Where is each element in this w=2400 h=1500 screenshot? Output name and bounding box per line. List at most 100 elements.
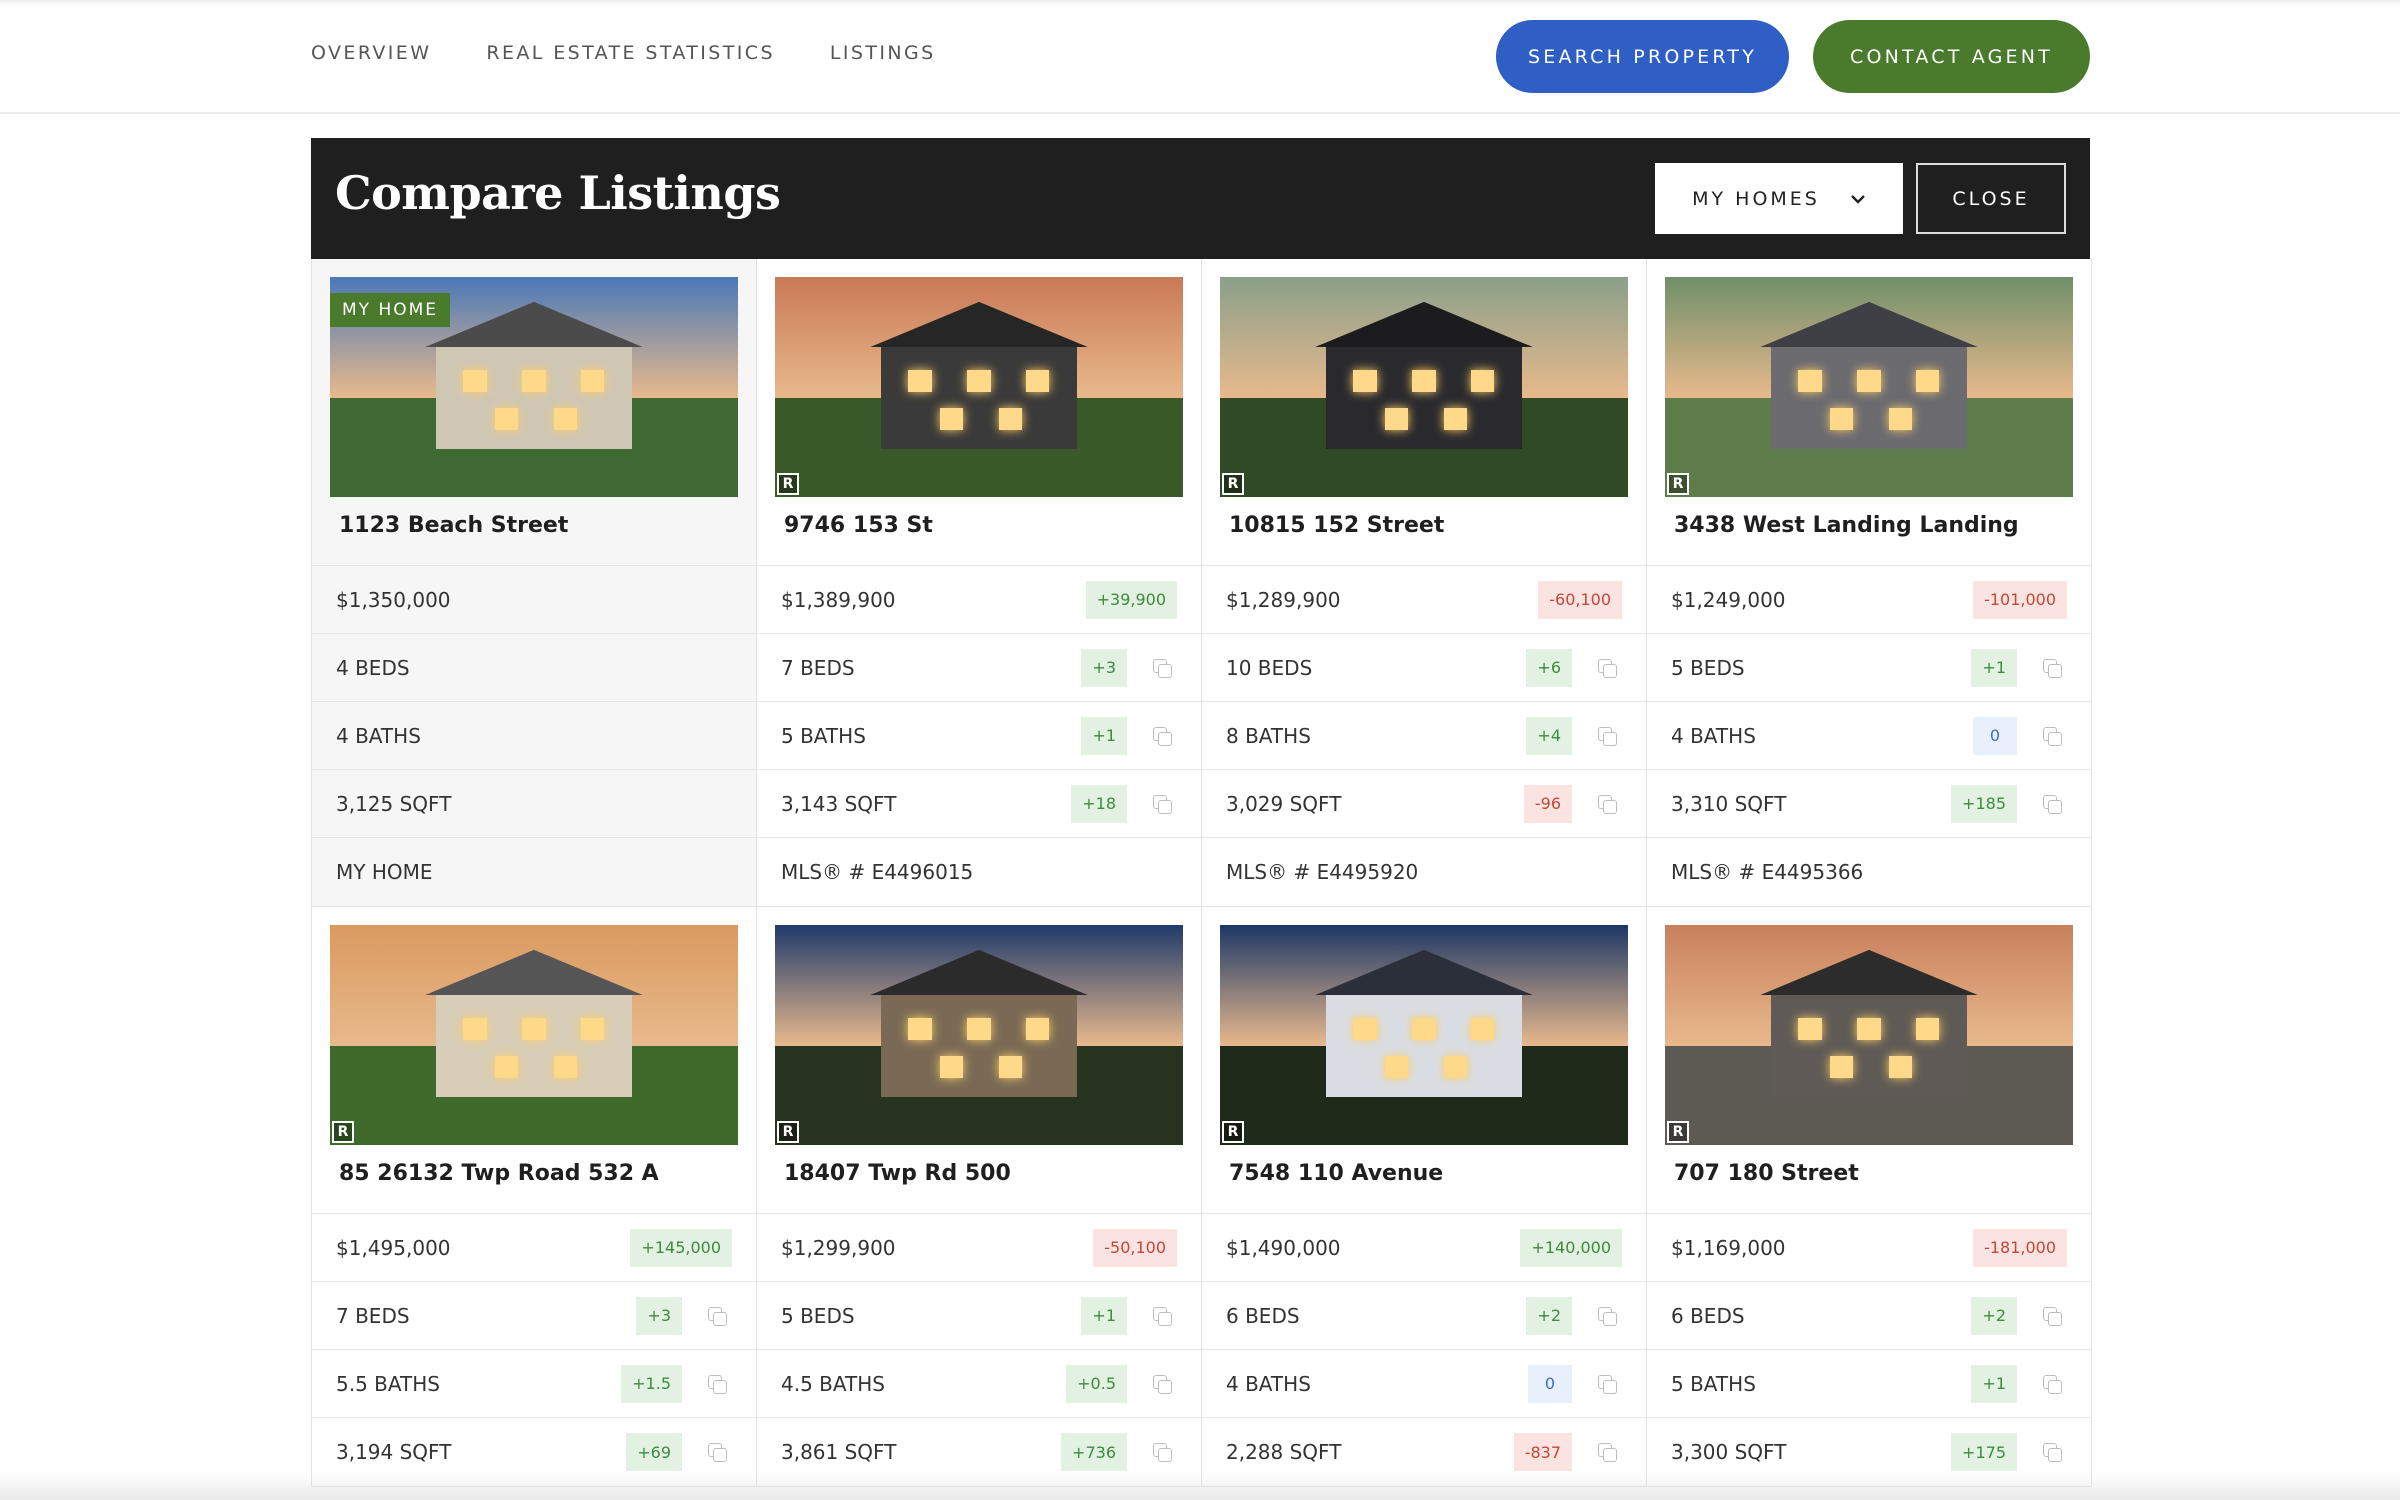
mls-row: MLS® # E4496015 xyxy=(757,838,1201,906)
price-value: $1,249,000 xyxy=(1671,587,1786,612)
listing-photo[interactable]: R xyxy=(775,277,1183,497)
difference-badge: -181,000 xyxy=(1973,1228,2067,1267)
copy-icon[interactable] xyxy=(1598,1306,1617,1326)
difference-badge: 0 xyxy=(1973,716,2017,755)
listing-address[interactable]: 1123 Beach Street xyxy=(339,513,568,538)
listing-address[interactable]: 3438 West Landing Landing xyxy=(1674,513,2019,538)
listing-address[interactable]: 85 26132 Twp Road 532 A xyxy=(339,1161,659,1186)
search-property-button[interactable]: SEARCH PROPERTY xyxy=(1496,20,1789,93)
beds-row: 6 BEDS +2 xyxy=(1647,1282,2091,1350)
copy-icon[interactable] xyxy=(2043,794,2062,814)
baths-value: 4 BATHS xyxy=(1226,1371,1311,1396)
copy-icon[interactable] xyxy=(2043,726,2062,746)
house-window xyxy=(1443,1056,1468,1079)
copy-icon[interactable] xyxy=(1153,658,1172,678)
baths-value: 5.5 BATHS xyxy=(336,1371,440,1396)
baths-row: 5.5 BATHS +1.5 xyxy=(312,1350,756,1418)
house-window xyxy=(522,1017,546,1040)
listing-photo[interactable]: R xyxy=(1665,925,2073,1145)
copy-icon[interactable] xyxy=(1598,794,1617,814)
baths-value: 5 BATHS xyxy=(1671,1371,1756,1396)
listing-address[interactable]: 707 180 Street xyxy=(1674,1161,1859,1186)
copy-icon[interactable] xyxy=(708,1306,727,1326)
house-window xyxy=(1025,369,1050,392)
sqft-row: 3,029 SQFT -96 xyxy=(1202,770,1646,838)
listing-address[interactable]: 7548 110 Avenue xyxy=(1229,1161,1443,1186)
beds-row: 4 BEDS xyxy=(312,634,756,702)
house-window xyxy=(553,1056,578,1079)
copy-icon[interactable] xyxy=(2043,1374,2062,1394)
house-window xyxy=(463,1017,487,1040)
price-row: $1,169,000 -181,000 xyxy=(1647,1214,2091,1282)
house-window xyxy=(1829,408,1854,431)
copy-icon[interactable] xyxy=(2043,1443,2062,1462)
house-window xyxy=(1412,369,1436,392)
beds-value: 4 BEDS xyxy=(336,655,410,680)
house-window xyxy=(580,369,605,392)
close-button[interactable]: CLOSE xyxy=(1916,163,2066,234)
copy-icon[interactable] xyxy=(1153,794,1172,814)
sqft-value: 3,143 SQFT xyxy=(781,791,897,816)
house-shape xyxy=(869,949,1089,1097)
copy-icon[interactable] xyxy=(708,1374,727,1394)
copy-icon[interactable] xyxy=(1598,1374,1617,1394)
sqft-value: 2,288 SQFT xyxy=(1226,1440,1342,1464)
mls-number: MLS® # E4496015 xyxy=(781,860,974,884)
copy-icon[interactable] xyxy=(1153,726,1172,746)
price-row: $1,289,900 -60,100 xyxy=(1202,566,1646,634)
house-window xyxy=(967,369,991,392)
difference-badge: +2 xyxy=(1971,1296,2017,1335)
homes-filter-select[interactable]: MY HOMES xyxy=(1655,163,1903,234)
house-window xyxy=(1470,369,1495,392)
mls-number: MLS® # E4495366 xyxy=(1671,860,1864,884)
house-window xyxy=(1384,1056,1409,1079)
nav-real-estate-statistics[interactable]: REAL ESTATE STATISTICS xyxy=(486,42,775,64)
price-value: $1,289,900 xyxy=(1226,587,1341,612)
nav-overview[interactable]: OVERVIEW xyxy=(311,42,431,64)
listing-photo[interactable]: R xyxy=(1220,925,1628,1145)
difference-badge: +39,900 xyxy=(1085,580,1177,619)
copy-icon[interactable] xyxy=(1598,1443,1617,1462)
listing-header: R 9746 153 St xyxy=(757,259,1201,566)
house-window xyxy=(939,408,964,431)
house-window xyxy=(522,369,546,392)
copy-icon[interactable] xyxy=(2043,658,2062,678)
sqft-value: 3,300 SQFT xyxy=(1671,1440,1787,1464)
listing-card: R 18407 Twp Rd 500 $1,299,900 -50,100 5 BEDS… xyxy=(757,907,1202,1487)
listing-photo[interactable]: R xyxy=(1665,277,2073,497)
listing-card: R 10815 152 Street $1,289,900 -60,100 10 BED… xyxy=(1202,259,1647,907)
copy-icon[interactable] xyxy=(2043,1306,2062,1326)
copy-icon[interactable] xyxy=(1153,1374,1172,1394)
listing-address[interactable]: 9746 153 St xyxy=(784,513,933,538)
copy-icon[interactable] xyxy=(1153,1443,1172,1462)
realtor-logo-icon: R xyxy=(1667,1121,1689,1143)
copy-icon[interactable] xyxy=(1153,1306,1172,1326)
copy-icon[interactable] xyxy=(1598,726,1617,746)
beds-row: 6 BEDS +2 xyxy=(1202,1282,1646,1350)
listing-photo[interactable]: R xyxy=(330,925,738,1145)
house-window xyxy=(1443,408,1468,431)
baths-row: 4.5 BATHS +0.5 xyxy=(757,1350,1201,1418)
copy-icon[interactable] xyxy=(708,1443,727,1462)
beds-value: 5 BEDS xyxy=(781,1303,855,1328)
listing-photo[interactable]: R xyxy=(775,925,1183,1145)
difference-badge: +69 xyxy=(626,1433,682,1471)
listing-address[interactable]: 18407 Twp Rd 500 xyxy=(784,1161,1011,1186)
house-window xyxy=(1353,1017,1377,1040)
house-window xyxy=(1915,1017,1940,1040)
house-shape xyxy=(424,301,644,449)
house-shape xyxy=(1759,949,1979,1097)
house-shape xyxy=(1314,301,1534,449)
baths-row: 4 BATHS 0 xyxy=(1202,1350,1646,1418)
house-window xyxy=(908,369,932,392)
sqft-row: 3,310 SQFT +185 xyxy=(1647,770,2091,838)
contact-agent-button[interactable]: CONTACT AGENT xyxy=(1813,20,2090,93)
difference-badge: +3 xyxy=(1081,648,1127,687)
nav-listings[interactable]: LISTINGS xyxy=(830,42,936,64)
listing-address[interactable]: 10815 152 Street xyxy=(1229,513,1444,538)
beds-value: 10 BEDS xyxy=(1226,655,1313,680)
copy-icon[interactable] xyxy=(1598,658,1617,678)
listing-photo[interactable]: R xyxy=(1220,277,1628,497)
price-value: $1,495,000 xyxy=(336,1235,451,1260)
listing-photo[interactable]: MY HOME xyxy=(330,277,738,497)
